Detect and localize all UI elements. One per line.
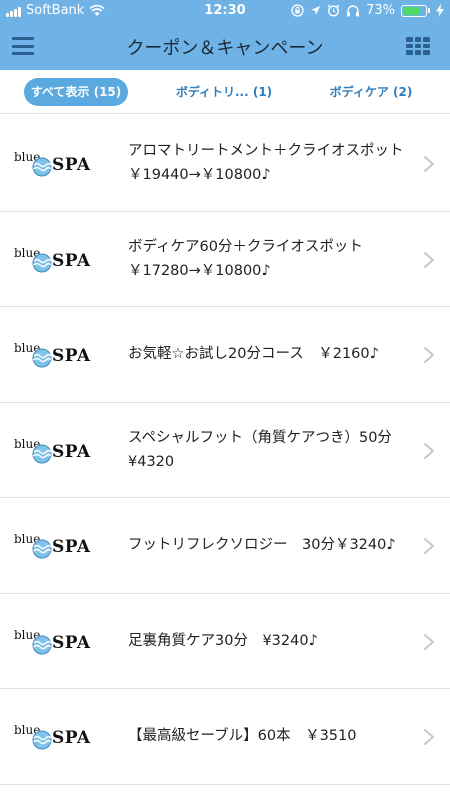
chevron-right-icon: [424, 251, 434, 268]
coupon-list-item[interactable]: blue SPA アロマトリートメント＋クライオスポット￥19440→￥1080…: [0, 116, 450, 212]
chevron-right-icon: [424, 538, 434, 554]
blue-spa-logo: blue SPA: [14, 150, 90, 178]
chevron-right-icon: [424, 729, 434, 745]
coupon-list-item[interactable]: blue SPA お気軽☆お試し20分コース ￥2160♪: [0, 307, 450, 403]
alarm-icon: [327, 4, 340, 17]
logo-text-spa: SPA: [52, 728, 91, 748]
coupon-list-item[interactable]: blue SPA ボディケア60分＋クライオスポット￥17280→￥10800♪: [0, 212, 450, 307]
logo-text-spa: SPA: [52, 155, 91, 175]
chevron-right-icon: [424, 633, 434, 650]
wave-logo-icon: [32, 157, 52, 177]
coupon-list-item[interactable]: blue SPA 【最高級セーブル】60本 ￥3510: [0, 689, 450, 785]
logo-text-spa: SPA: [52, 250, 91, 271]
blue-spa-logo: blue SPA: [14, 723, 90, 751]
wave-logo-icon: [32, 730, 52, 750]
coupon-title: お気軽☆お試し20分コース ￥2160♪: [128, 346, 379, 363]
headphones-icon: [347, 5, 360, 17]
logo-text-spa: SPA: [52, 346, 91, 366]
page-title: クーポン＆キャンペーン: [126, 38, 324, 59]
tab-all[interactable]: すべて表示 (15): [24, 78, 128, 106]
coupon-list: blue SPA アロマトリートメント＋クライオスポット￥19440→￥1080…: [0, 116, 450, 785]
wave-logo-icon: [32, 539, 52, 559]
coupon-title: 【最高級セーブル】60本 ￥3510: [128, 728, 357, 745]
battery-fill: [403, 6, 420, 15]
chevron-right-icon: [424, 156, 434, 172]
logo-text-spa: SPA: [52, 632, 91, 653]
category-tabs: すべて表示 (15) ボディトリ... (1) ボディケア (2): [0, 70, 450, 114]
coupon-title: フットリフレクソロジー 30分￥3240♪: [128, 537, 396, 554]
chevron-right-icon: [424, 347, 434, 363]
logo-text-spa: SPA: [52, 441, 91, 462]
charging-icon: [436, 4, 444, 17]
tab-body-treatment[interactable]: ボディトリ... (1): [168, 78, 280, 106]
grid-icon[interactable]: [406, 37, 430, 55]
tab-body-care[interactable]: ボディケア (2): [324, 78, 418, 106]
logo-text-spa: SPA: [52, 537, 91, 557]
coupon-list-item[interactable]: blue SPA スペシャルフット（角質ケアつき）50分 ¥4320: [0, 403, 450, 498]
coupon-title: ボディケア60分＋クライオスポット￥17280→￥10800♪: [128, 238, 363, 279]
battery-icon: [401, 4, 430, 17]
coupon-title: アロマトリートメント＋クライオスポット￥19440→￥10800♪: [128, 143, 404, 184]
blue-spa-logo: blue SPA: [14, 341, 90, 369]
blue-spa-logo: blue SPA: [14, 437, 90, 465]
rotation-lock-icon: [291, 4, 304, 17]
blue-spa-logo: blue SPA: [14, 532, 90, 560]
coupon-list-item[interactable]: blue SPA フットリフレクソロジー 30分￥3240♪: [0, 498, 450, 594]
app-header: クーポン＆キャンペーン: [0, 22, 450, 70]
blue-spa-logo: blue SPA: [14, 246, 90, 274]
chevron-right-icon: [424, 442, 434, 459]
wave-logo-icon: [32, 253, 52, 272]
wave-logo-icon: [32, 348, 52, 368]
wave-logo-icon: [32, 444, 52, 463]
hamburger-menu-icon[interactable]: [12, 37, 34, 55]
battery-percent: 73%: [366, 3, 395, 18]
status-right: 73%: [291, 3, 444, 18]
location-icon: [311, 6, 321, 15]
wave-logo-icon: [32, 635, 52, 654]
coupon-title: 足裏角質ケア30分 ¥3240♪: [128, 632, 318, 649]
status-bar: SoftBank 12:30 73%: [0, 0, 450, 22]
coupon-title: スペシャルフット（角質ケアつき）50分 ¥4320: [128, 429, 407, 470]
coupon-list-item[interactable]: blue SPA 足裏角質ケア30分 ¥3240♪: [0, 594, 450, 689]
blue-spa-logo: blue SPA: [14, 628, 90, 656]
